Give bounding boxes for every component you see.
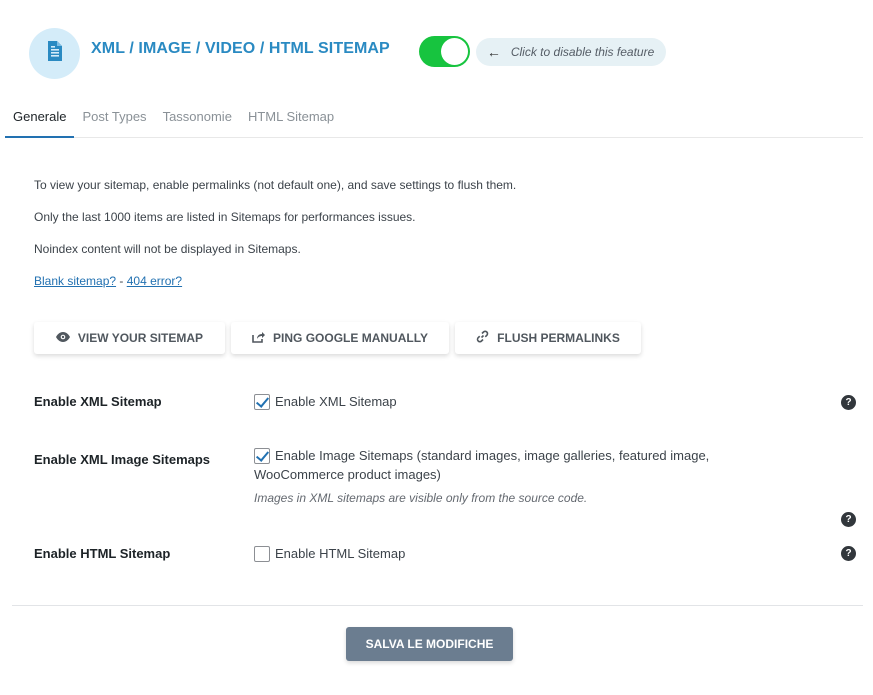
page-title: XML / IMAGE / VIDEO / HTML SITEMAP — [91, 40, 390, 57]
feature-logo — [29, 27, 80, 79]
view-sitemap-label: VIEW YOUR SITEMAP — [77, 331, 204, 345]
ping-google-label: PING GOOGLE MANUALLY — [273, 331, 428, 345]
toggle-hint: ← Click to disable this feature — [475, 37, 667, 66]
arrow-left-icon: ← — [486, 43, 501, 60]
feature-toggle[interactable] — [418, 36, 470, 67]
view-sitemap-button[interactable]: VIEW YOUR SITEMAP — [34, 322, 225, 354]
setting-label-xml: Enable XML Sitemap — [34, 394, 162, 409]
xml-sitemap-checkbox[interactable] — [254, 394, 270, 410]
tab-html-sitemap[interactable]: HTML Sitemap — [240, 100, 342, 138]
404-error-link[interactable]: 404 error? — [127, 274, 182, 288]
help-icon[interactable]: ? — [841, 546, 856, 561]
toggle-hint-text: Click to disable this feature — [510, 44, 655, 59]
image-sitemap-checkbox-label-2[interactable]: WooCommerce product images) — [254, 467, 441, 482]
image-sitemap-description: Images in XML sitemaps are visible only … — [254, 491, 588, 505]
flush-permalinks-label: FLUSH PERMALINKS — [497, 331, 620, 345]
tab-post-types[interactable]: Post Types — [74, 100, 154, 138]
help-links: Blank sitemap? - 404 error? — [34, 274, 182, 288]
html-sitemap-checkbox[interactable] — [254, 546, 270, 562]
sitemap-actions: VIEW YOUR SITEMAP PING GOOGLE MANUALLY F… — [34, 322, 647, 354]
save-button[interactable]: SALVA LE MODIFICHE — [346, 627, 513, 661]
link-icon — [476, 330, 489, 346]
html-sitemap-checkbox-label[interactable]: Enable HTML Sitemap — [275, 546, 405, 561]
eye-icon — [55, 331, 70, 345]
setting-field-image: Enable Image Sitemaps (standard images, … — [254, 448, 709, 464]
toggle-knob — [440, 38, 468, 65]
blank-sitemap-link[interactable]: Blank sitemap? — [34, 274, 116, 288]
help-icon[interactable]: ? — [841, 512, 856, 527]
setting-label-html: Enable HTML Sitemap — [34, 546, 171, 561]
tab-generale[interactable]: Generale — [5, 100, 75, 138]
link-separator: - — [116, 274, 127, 288]
setting-field-image-line2: WooCommerce product images) — [254, 467, 441, 482]
setting-label-image: Enable XML Image Sitemaps — [34, 452, 211, 467]
document-icon — [47, 40, 63, 66]
tab-bar: Generale Post Types Tassonomie HTML Site… — [5, 100, 863, 138]
ping-google-button[interactable]: PING GOOGLE MANUALLY — [231, 322, 449, 354]
info-limit: Only the last 1000 items are listed in S… — [34, 210, 416, 224]
info-noindex: Noindex content will not be displayed in… — [34, 242, 301, 256]
image-sitemap-checkbox[interactable] — [254, 448, 270, 464]
info-permalinks: To view your sitemap, enable permalinks … — [34, 178, 517, 192]
help-icon[interactable]: ? — [841, 395, 856, 410]
tab-tassonomie[interactable]: Tassonomie — [155, 100, 240, 138]
setting-field-xml: Enable XML Sitemap — [254, 394, 397, 410]
feature-header: XML / IMAGE / VIDEO / HTML SITEMAP ← Cli… — [29, 27, 667, 79]
xml-sitemap-checkbox-label[interactable]: Enable XML Sitemap — [275, 394, 397, 409]
setting-field-html: Enable HTML Sitemap — [254, 546, 405, 562]
image-sitemap-checkbox-label[interactable]: Enable Image Sitemaps (standard images, … — [275, 448, 709, 463]
footer-divider — [12, 605, 863, 606]
share-icon — [252, 331, 266, 346]
flush-permalinks-button[interactable]: FLUSH PERMALINKS — [455, 322, 641, 354]
